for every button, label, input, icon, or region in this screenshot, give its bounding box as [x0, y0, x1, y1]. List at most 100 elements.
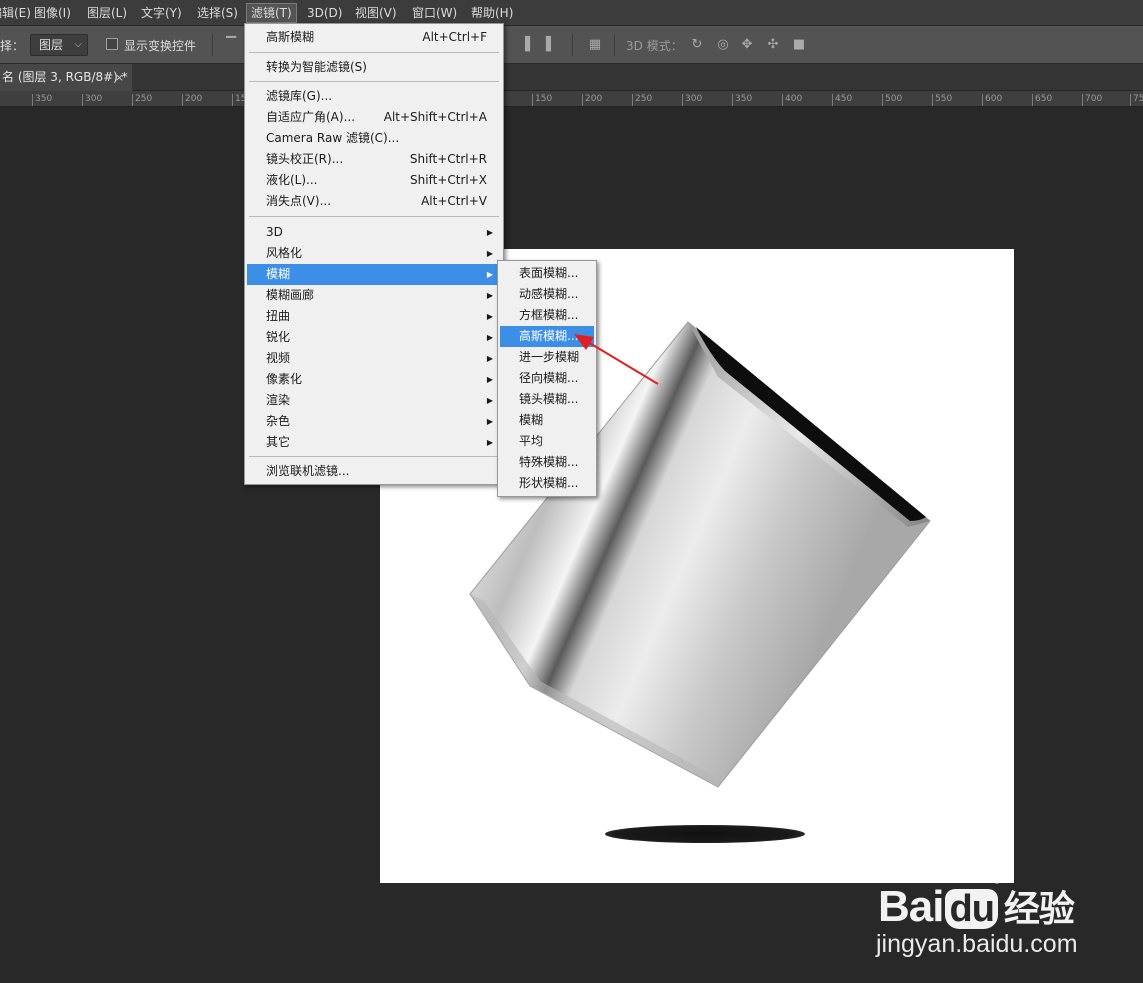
- menu-item-distort[interactable]: 扭曲 ▶: [247, 306, 501, 327]
- slide-3d-icon[interactable]: ✣: [764, 36, 782, 54]
- auto-align-icon[interactable]: ▦: [586, 36, 604, 54]
- show-transform-checkbox[interactable]: [106, 38, 118, 50]
- menu-item-liquify[interactable]: 液化(L)... Shift+Ctrl+X: [247, 170, 501, 191]
- orbit-3d-icon[interactable]: ↻: [688, 36, 706, 54]
- horizontal-ruler: 350 300 250 200 15 150 200 250 300 350 4…: [0, 91, 1143, 107]
- ruler-tick: 250: [632, 94, 652, 106]
- menu-separator: [249, 456, 499, 457]
- menu-item-label: 扭曲: [266, 309, 291, 323]
- ruler-tick: 400: [782, 94, 802, 106]
- watermark-service: 经验: [1003, 888, 1075, 929]
- ruler-tick: 500: [882, 94, 902, 106]
- menu-3d[interactable]: 3D(D): [303, 3, 346, 23]
- submenu-item-motion-blur[interactable]: 动感模糊...: [500, 284, 594, 305]
- menu-image[interactable]: 图像(I): [30, 3, 75, 23]
- menu-item-video[interactable]: 视频 ▶: [247, 348, 501, 369]
- menu-bar: 编辑(E) 图像(I) 图层(L) 文字(Y) 选择(S) 滤镜(T) 3D(D…: [0, 0, 1143, 26]
- menu-separator: [249, 52, 499, 53]
- ruler-tick: 300: [682, 94, 702, 106]
- menu-select[interactable]: 选择(S): [193, 3, 242, 23]
- menu-item-other[interactable]: 其它 ▶: [247, 432, 501, 453]
- align-top-icon[interactable]: ▔: [222, 36, 240, 54]
- scale-3d-icon[interactable]: ■: [790, 36, 808, 54]
- menu-item-convert-smart-filter[interactable]: 转换为智能滤镜(S): [247, 57, 501, 78]
- menu-window[interactable]: 窗口(W): [408, 3, 461, 23]
- ruler-tick: 450: [832, 94, 852, 106]
- menu-item-shortcut: Alt+Ctrl+F: [422, 30, 487, 44]
- menu-item-label: 浏览联机滤镜...: [266, 464, 350, 478]
- mode-3d-label: 3D 模式：: [626, 39, 683, 53]
- menu-item-shortcut: Alt+Ctrl+V: [421, 194, 487, 208]
- menu-item-render[interactable]: 渲染 ▶: [247, 390, 501, 411]
- menu-type[interactable]: 文字(Y): [137, 3, 186, 23]
- auto-select-dropdown[interactable]: 图层 ⌵: [30, 34, 88, 56]
- select-label: 选择：: [0, 39, 25, 53]
- submenu-item-average[interactable]: 平均: [500, 431, 594, 452]
- menu-item-blur[interactable]: 模糊 ▶: [247, 264, 501, 285]
- submenu-item-surface-blur[interactable]: 表面模糊...: [500, 263, 594, 284]
- submenu-arrow-icon: ▶: [486, 333, 493, 342]
- auto-select-value: 图层: [39, 38, 64, 52]
- ruler-tick: 350: [32, 94, 52, 106]
- menu-filter[interactable]: 滤镜(T): [246, 3, 297, 23]
- divider: [614, 34, 615, 56]
- ruler-tick: 150: [532, 94, 552, 106]
- ruler-tick: 200: [182, 94, 202, 106]
- watermark-url: jingyan.baidu.com: [876, 930, 1078, 958]
- document-tab[interactable]: 名 (图层 3, RGB/8#) * ×: [0, 64, 132, 91]
- ruler-tick: 550: [932, 94, 952, 106]
- menu-item-pixelate[interactable]: 像素化 ▶: [247, 369, 501, 390]
- watermark-brand-suffix: du: [945, 889, 998, 930]
- menu-item-label: 转换为智能滤镜(S): [266, 60, 367, 74]
- close-icon[interactable]: ×: [115, 64, 124, 91]
- menu-item-label: 3D: [266, 225, 283, 239]
- submenu-arrow-icon: ▶: [486, 249, 493, 258]
- menu-item-label: 高斯模糊: [266, 30, 315, 44]
- submenu-arrow-icon: ▶: [486, 396, 493, 405]
- ruler-tick: 300: [82, 94, 102, 106]
- menu-layer[interactable]: 图层(L): [83, 3, 131, 23]
- distribute-horizontal-icon[interactable]: ▐: [516, 36, 534, 54]
- ruler-tick: 700: [1082, 94, 1102, 106]
- document-tab-bar: 名 (图层 3, RGB/8#) * ×: [0, 64, 1143, 91]
- submenu-item-shape-blur[interactable]: 形状模糊...: [500, 473, 594, 494]
- menu-item-shortcut: Shift+Ctrl+R: [409, 152, 487, 166]
- menu-item-lens-correction[interactable]: 镜头校正(R)... Shift+Ctrl+R: [247, 149, 501, 170]
- submenu-arrow-icon: ▶: [486, 228, 493, 237]
- submenu-arrow-icon: ▶: [486, 438, 493, 447]
- menu-item-sharpen[interactable]: 锐化 ▶: [247, 327, 501, 348]
- divider: [572, 34, 573, 56]
- menu-help[interactable]: 帮助(H): [467, 3, 517, 23]
- menu-item-label: 模糊画廊: [266, 288, 315, 302]
- ruler-tick: 250: [132, 94, 152, 106]
- menu-item-browse-online-filters[interactable]: 浏览联机滤镜...: [247, 461, 501, 482]
- menu-item-label: 风格化: [266, 246, 303, 260]
- menu-item-filter-gallery[interactable]: 滤镜库(G)...: [247, 86, 501, 107]
- submenu-item-smart-blur[interactable]: 特殊模糊...: [500, 452, 594, 473]
- menu-item-label: 杂色: [266, 414, 291, 428]
- menu-item-camera-raw[interactable]: Camera Raw 滤镜(C)...: [247, 128, 501, 149]
- menu-item-3d[interactable]: 3D ▶: [247, 222, 501, 243]
- menu-item-label: 锐化: [266, 330, 291, 344]
- menu-item-blur-gallery[interactable]: 模糊画廊 ▶: [247, 285, 501, 306]
- menu-item-adaptive-wide-angle[interactable]: 自适应广角(A)... Alt+Shift+Ctrl+A: [247, 107, 501, 128]
- options-bar: 选择： 图层 ⌵ 显示变换控件 ▔ ▐ ▌ ▦ 3D 模式： ↻ ◎ ✥ ✣ ■: [0, 26, 1143, 64]
- filter-menu: 高斯模糊 Alt+Ctrl+F 转换为智能滤镜(S) 滤镜库(G)... 自适应…: [244, 23, 504, 485]
- ruler-tick: 200: [582, 94, 602, 106]
- menu-item-label: 消失点(V)...: [266, 194, 332, 208]
- roll-3d-icon[interactable]: ◎: [714, 36, 732, 54]
- menu-item-label: 镜头校正(R)...: [266, 152, 344, 166]
- menu-item-stylize[interactable]: 风格化 ▶: [247, 243, 501, 264]
- menu-item-label: 渲染: [266, 393, 291, 407]
- menu-separator: [249, 81, 499, 82]
- submenu-arrow-icon: ▶: [486, 270, 493, 279]
- menu-item-noise[interactable]: 杂色 ▶: [247, 411, 501, 432]
- annotation-arrow: [574, 334, 659, 385]
- menu-view[interactable]: 视图(V): [351, 3, 401, 23]
- menu-item-vanishing-point[interactable]: 消失点(V)... Alt+Ctrl+V: [247, 191, 501, 212]
- distribute-center-icon[interactable]: ▌: [542, 36, 560, 54]
- submenu-item-blur[interactable]: 模糊: [500, 410, 594, 431]
- menu-item-gaussian-blur-last[interactable]: 高斯模糊 Alt+Ctrl+F: [247, 27, 501, 48]
- pan-3d-icon[interactable]: ✥: [738, 36, 756, 54]
- ruler-tick: 600: [982, 94, 1002, 106]
